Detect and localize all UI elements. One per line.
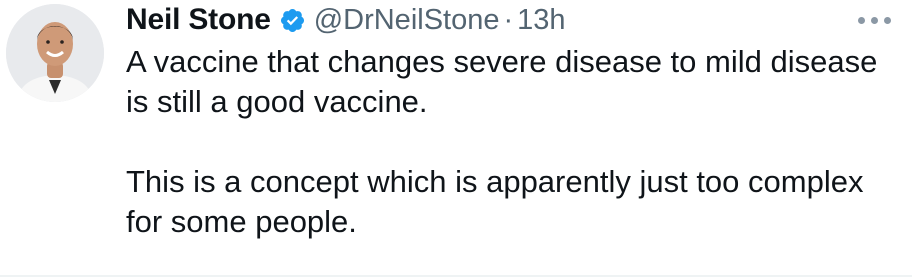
tweet-paragraph: This is a concept which is apparently ju… (126, 164, 864, 239)
separator-dot: · (503, 3, 514, 36)
avatar[interactable] (6, 4, 104, 102)
more-options-icon[interactable] (858, 14, 906, 26)
timestamp[interactable]: 13h (517, 4, 565, 37)
dot-icon (884, 16, 891, 24)
tweet-card[interactable]: Neil Stone @DrNeilStone · 13h A vaccine … (0, 0, 912, 277)
tweet-header: Neil Stone @DrNeilStone · 13h (126, 2, 566, 38)
author-handle[interactable]: @DrNeilStone (314, 4, 500, 37)
tweet-paragraph: A vaccine that changes severe disease to… (126, 44, 878, 119)
avatar-photo-icon (6, 4, 104, 102)
dot-icon (858, 16, 865, 24)
dot-icon (871, 16, 878, 24)
tweet-text: A vaccine that changes severe disease to… (126, 42, 896, 242)
verified-badge-icon (279, 7, 306, 34)
author-name[interactable]: Neil Stone (126, 3, 271, 37)
